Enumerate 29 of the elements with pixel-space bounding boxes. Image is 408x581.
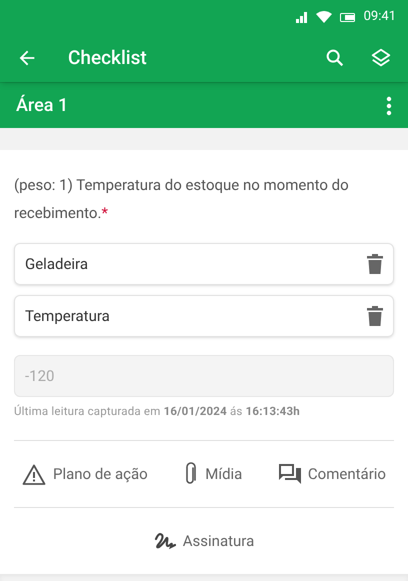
delete-button[interactable]	[367, 254, 383, 274]
chat-bubbles-icon	[278, 464, 301, 484]
action-button[interactable]: Mídia	[184, 462, 242, 486]
search-icon	[324, 47, 346, 69]
action-button[interactable]: Comentário	[278, 463, 386, 486]
warning-triangle-icon	[22, 464, 46, 485]
app-bar-title: Checklist	[68, 44, 148, 71]
reading-note: Última leitura capturada em 16/01/2024 ás 16:13:43h	[14, 403, 301, 420]
layers-button[interactable]	[370, 47, 392, 69]
section-title: Área 1	[16, 94, 70, 118]
trash-icon	[367, 306, 383, 326]
reading-field: -120	[14, 355, 394, 397]
text-field[interactable]: Geladeira	[14, 243, 394, 285]
trash-icon	[367, 254, 383, 274]
delete-button[interactable]	[367, 306, 383, 326]
text-field[interactable]: Temperatura	[14, 295, 394, 337]
battery-icon	[340, 12, 356, 22]
paperclip-icon	[184, 462, 198, 486]
signature-button[interactable]: Assinatura	[154, 530, 254, 552]
wifi-icon	[316, 11, 332, 23]
search-button[interactable]	[324, 47, 346, 69]
signal-icon	[296, 12, 308, 22]
signature-icon	[154, 531, 176, 552]
layers-icon	[370, 47, 392, 69]
more-vertical-icon	[386, 96, 392, 116]
more-button[interactable]	[386, 96, 392, 116]
status-time: 09:41	[364, 8, 396, 26]
action-button[interactable]: Plano de ação	[22, 463, 148, 486]
question-text: (peso: 1) Temperatura do estoque no momento do recebimento.*	[14, 175, 350, 224]
